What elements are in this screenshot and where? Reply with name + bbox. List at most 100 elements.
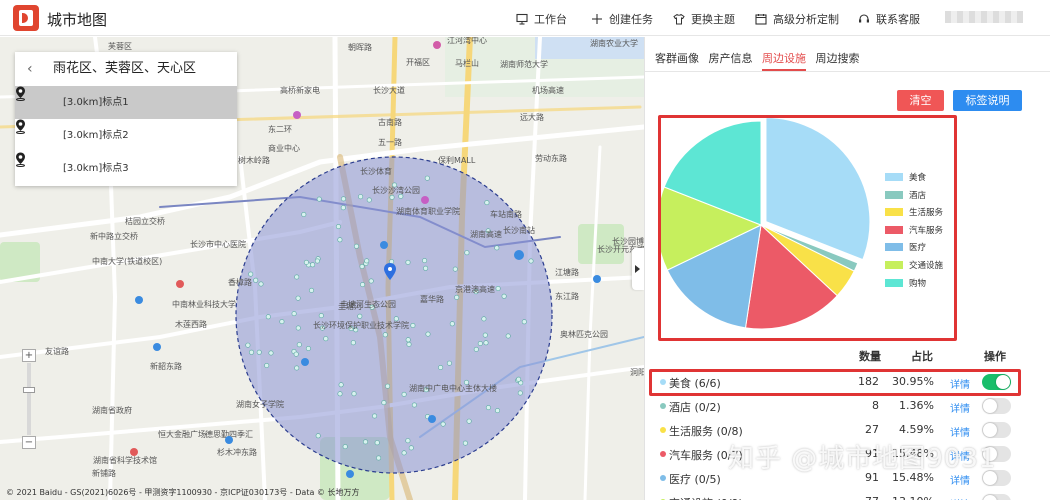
poi-dot (364, 258, 370, 264)
map-place-label: 湖南女子学院 (236, 399, 284, 409)
poi-dot (318, 313, 324, 319)
map-place-label: 嘉华路 (420, 294, 444, 304)
map-place-label: 五一路 (378, 137, 402, 147)
marker-item-2[interactable]: [3.0km]标点2 (15, 119, 237, 152)
panel-tabs: 客群画像 房产信息 周边设施 周边搜索 (655, 50, 866, 71)
poi-dot (389, 194, 395, 200)
label-legend-button[interactable]: 标签说明 (953, 90, 1022, 111)
legend-item[interactable]: 汽车服务 (885, 223, 943, 241)
legend-item[interactable]: 生活服务 (885, 205, 943, 223)
user-account[interactable] (945, 11, 1023, 23)
poi-dot (494, 408, 500, 414)
nav-create-task[interactable]: 创建任务 (591, 11, 653, 27)
legend-item[interactable]: 交通设施 (885, 258, 943, 276)
legend-item[interactable]: 美食 (885, 170, 943, 188)
nav-workbench[interactable]: 工作台 (516, 11, 567, 27)
district-name: 雨花区、芙蓉区、天心区 (53, 61, 197, 76)
category-count: 27 (865, 423, 879, 436)
poi-dot (422, 258, 428, 264)
map-place-label: 劳动东路 (535, 153, 567, 163)
category-toggle[interactable] (982, 494, 1011, 500)
zoom-track[interactable] (27, 363, 31, 435)
detail-link[interactable]: 详情 (950, 376, 970, 391)
category-name: 美食 (6/6) (669, 377, 721, 390)
legend-item[interactable]: 购物 (885, 276, 943, 294)
poi-dot (494, 245, 500, 251)
legend-swatch (885, 190, 903, 199)
clear-button[interactable]: 清空 (897, 90, 944, 111)
col-header-pct: 占比 (911, 350, 933, 363)
back-arrow-icon[interactable]: ‹ (27, 52, 33, 86)
detail-link[interactable]: 详情 (950, 424, 970, 439)
tab-customer-profile[interactable]: 客群画像 (655, 50, 699, 69)
app-title: 城市地图 (47, 11, 108, 29)
col-header-op: 操作 (984, 350, 1006, 363)
nav-label: 更换主题 (691, 13, 735, 26)
poi-dot (253, 277, 259, 283)
detail-link[interactable]: 详情 (950, 400, 970, 415)
facility-row: 美食 (6/6) 182 30.95% 详情 (645, 371, 1050, 395)
legend-item[interactable]: 酒店 (885, 188, 943, 206)
map-place-label: 湖南省科学技术馆 (93, 455, 157, 465)
map-place-label: 长沙市中心医院 (190, 239, 246, 249)
marker-item-1[interactable]: [3.0km]标点1 (15, 86, 237, 119)
toggle-knob (983, 399, 997, 413)
map-place-label: 圭塘河生态公园 (340, 299, 396, 309)
poi-dot (353, 243, 359, 249)
nav-advanced-analysis[interactable]: 高级分析定制 (755, 11, 839, 27)
watermark: 知乎 @城市地图9031 (728, 444, 997, 474)
nav-change-theme[interactable]: 更换主题 (673, 11, 735, 27)
poi-dot (505, 333, 511, 339)
top-bar: 城市地图 工作台 创建任务 更换主题 高级分析定制 联系客服 (0, 0, 1050, 36)
map-place-label: 保利MALL (438, 155, 476, 165)
poi-dot (268, 350, 274, 356)
map-place-label: 长沙环境保护职业技术学院 (313, 320, 409, 330)
zoom-in-button[interactable]: + (22, 349, 36, 362)
category-name: 酒店 (0/2) (669, 401, 721, 414)
map-place-label: 江塘路 (555, 267, 579, 277)
poi-dot (315, 433, 321, 439)
map-view[interactable]: 芙蓉区 朝晖路 开福区 江河湾中心 长沙大道 马栏山 湖南农业大学 高桥新家电 东二环 远大路 商业… (0, 37, 644, 500)
category-toggle[interactable] (982, 422, 1011, 438)
category-pct: 1.36% (899, 399, 934, 412)
poi-dot (357, 313, 363, 319)
category-toggle[interactable] (982, 374, 1011, 390)
app-logo[interactable] (13, 5, 39, 31)
map-place-label: 洞阳路 (630, 367, 644, 377)
tab-property-info[interactable]: 房产信息 (709, 50, 753, 69)
poi-dot (481, 316, 487, 322)
poi-dot (279, 319, 285, 325)
map-place-label: 树木岭路 (238, 155, 270, 165)
detail-link[interactable]: 详情 (950, 496, 970, 500)
poi-dot (528, 258, 534, 264)
nav-customer-service[interactable]: 联系客服 (858, 11, 920, 27)
zoom-slider-handle[interactable] (23, 387, 35, 393)
zoom-out-button[interactable]: − (22, 436, 36, 449)
poi-dot (408, 445, 414, 451)
poi-dot (360, 282, 366, 288)
panel-collapse-button[interactable] (632, 248, 644, 290)
category-pct: 4.59% (899, 423, 934, 436)
category-name: 交通设施 (0/9) (669, 495, 743, 500)
map-place-label: 商业中心 (268, 143, 300, 153)
map-place-label: 桔园立交桥 (125, 216, 165, 226)
poi-dot (294, 274, 300, 280)
poi-dot (301, 212, 307, 218)
map-place-label: 马栏山 (455, 58, 479, 68)
district-marker-panel: ‹ 雨花区、芙蓉区、天心区 [3.0km]标点1 [3.0km]标点2 [3.0… (15, 52, 237, 186)
map-place-label: 友谊路 (45, 346, 69, 356)
tab-nearby-search[interactable]: 周边搜索 (816, 50, 860, 69)
category-dot (660, 379, 666, 385)
map-place-label: 朝晖路 (348, 42, 372, 52)
pie-legend: 美食 酒店 生活服务 汽车服务 医疗 交通设施 购物 (885, 170, 943, 293)
poi-dot (410, 322, 416, 328)
category-toggle[interactable] (982, 398, 1011, 414)
poi-dot (401, 450, 407, 456)
legend-item[interactable]: 医疗 (885, 240, 943, 258)
poi-dot (308, 287, 314, 293)
tab-nearby-facilities[interactable]: 周边设施 (762, 50, 806, 71)
poi-dot (264, 362, 270, 368)
map-place-label: 新铺路 (92, 468, 116, 478)
map-place-label: 长沙沙湾公园 (372, 185, 420, 195)
marker-item-3[interactable]: [3.0km]标点3 (15, 152, 237, 185)
